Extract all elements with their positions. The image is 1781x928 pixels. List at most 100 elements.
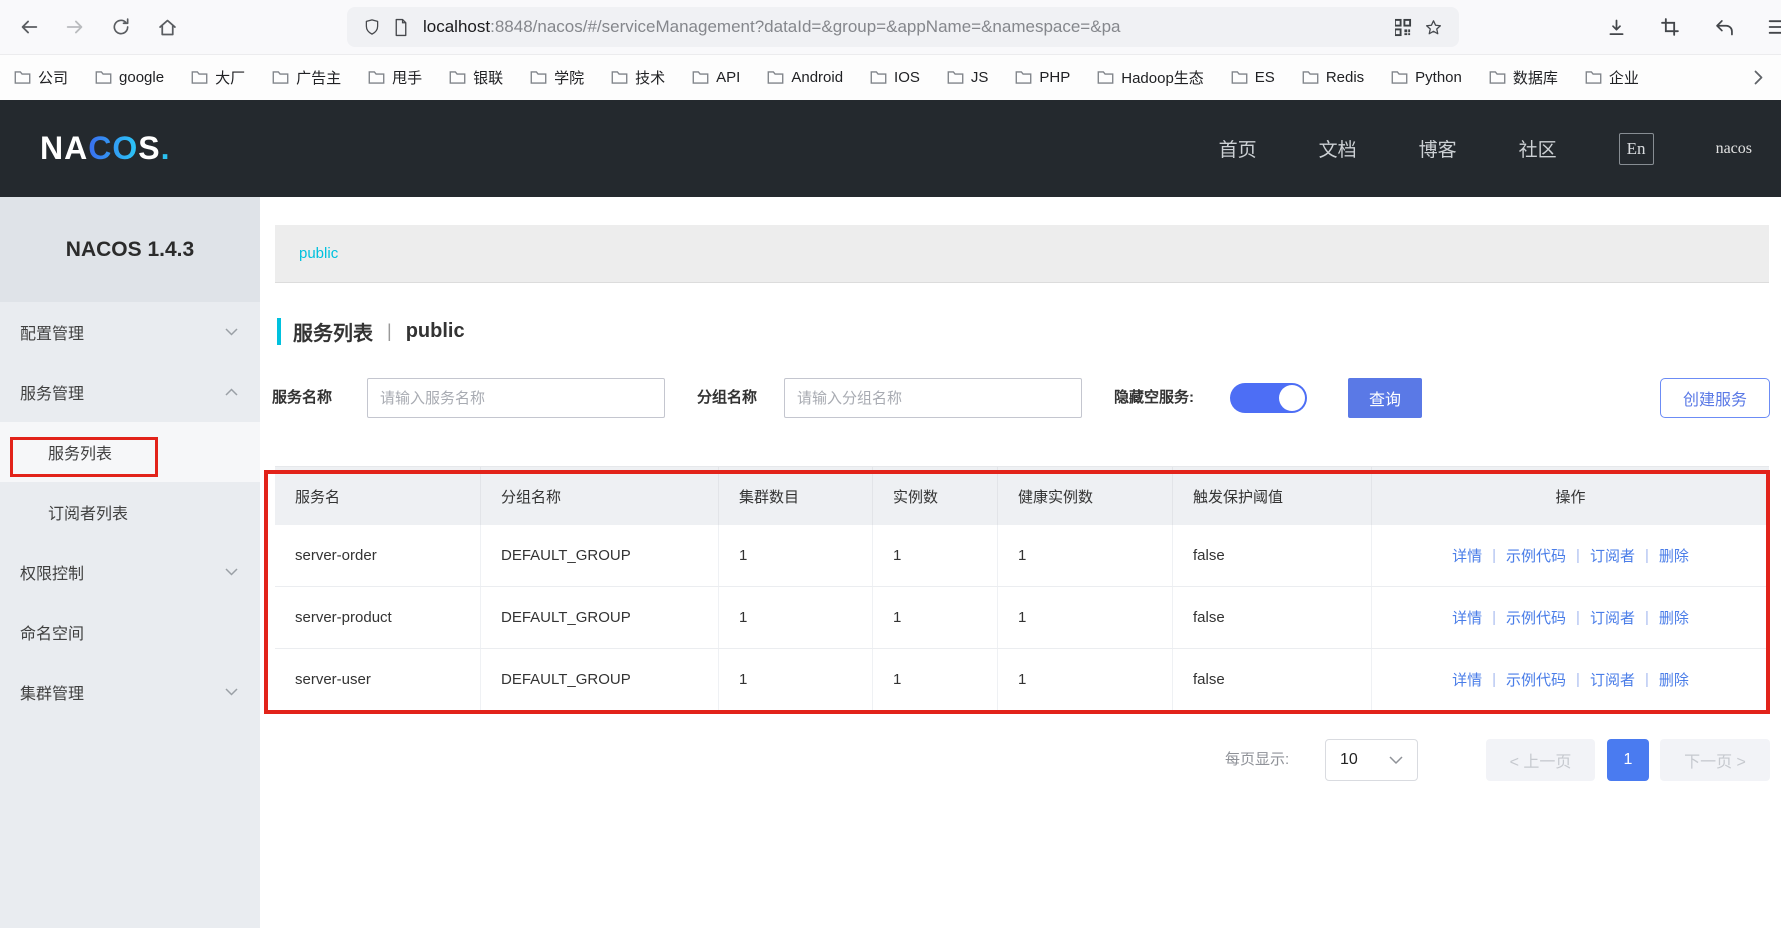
cell-healthy: 1	[998, 587, 1173, 648]
services-table: 服务名 分组名称 集群数目 实例数 健康实例数 触发保护阈值 操作 server…	[275, 466, 1769, 711]
hide-empty-service-label: 隐藏空服务:	[1114, 378, 1194, 418]
cell-group: DEFAULT_GROUP	[481, 587, 719, 648]
home-icon[interactable]	[150, 10, 184, 44]
logged-in-user[interactable]: nacos	[1716, 140, 1752, 158]
bookmark-folder[interactable]: JS	[947, 69, 989, 86]
search-button[interactable]: 查询	[1348, 378, 1422, 418]
download-icon[interactable]	[1599, 10, 1633, 44]
prev-page-button[interactable]: < 上一页	[1486, 739, 1595, 781]
main-content: public 服务列表 | public 服务名称 分组名称 隐藏空服务: 查询…	[260, 197, 1781, 928]
forward-icon[interactable]	[58, 10, 92, 44]
sidebar-item-cluster-management[interactable]: 集群管理	[0, 662, 260, 722]
cell-protect: false	[1173, 587, 1372, 648]
nav-home[interactable]: 首页	[1219, 135, 1257, 162]
detail-link[interactable]: 详情	[1452, 669, 1482, 690]
bookmark-folder[interactable]: 甩手	[368, 67, 422, 88]
folder-icon	[1391, 70, 1408, 85]
bookmark-folder[interactable]: PHP	[1015, 69, 1070, 86]
sidebar-item-service-management[interactable]: 服务管理	[0, 362, 260, 422]
shield-icon[interactable]	[363, 17, 381, 37]
bookmark-folder[interactable]: 公司	[14, 67, 68, 88]
bookmark-folder[interactable]: 技术	[611, 67, 665, 88]
subscribers-link[interactable]: 订阅者	[1590, 607, 1635, 628]
chevron-down-icon	[225, 328, 238, 336]
nav-blog[interactable]: 博客	[1419, 135, 1457, 162]
sample-code-link[interactable]: 示例代码	[1506, 545, 1566, 566]
screenshot-crop-icon[interactable]	[1653, 10, 1687, 44]
sample-code-link[interactable]: 示例代码	[1506, 669, 1566, 690]
bookmark-folder[interactable]: 企业	[1585, 67, 1639, 88]
undo-arrow-icon[interactable]	[1707, 10, 1741, 44]
cell-healthy: 1	[998, 649, 1173, 710]
nacos-logo: NACOS.	[40, 130, 170, 167]
reload-icon[interactable]	[104, 10, 138, 44]
create-service-button[interactable]: 创建服务	[1660, 378, 1770, 418]
bookmark-star-icon[interactable]	[1424, 18, 1443, 37]
bookmark-folder[interactable]: Hadoop生态	[1097, 67, 1204, 88]
cell-operations: 详情|示例代码|订阅者|删除	[1372, 525, 1769, 586]
url-bar[interactable]: localhost:8848/nacos/#/serviceManagement…	[347, 7, 1459, 47]
back-icon[interactable]	[12, 10, 46, 44]
bookmark-folder[interactable]: Python	[1391, 69, 1462, 86]
bookmark-folder[interactable]: ES	[1231, 69, 1275, 86]
group-name-input[interactable]	[784, 378, 1082, 418]
bookmark-folder[interactable]: 大厂	[191, 67, 245, 88]
col-cluster-count: 集群数目	[719, 467, 873, 525]
sample-code-link[interactable]: 示例代码	[1506, 607, 1566, 628]
table-row: server-product DEFAULT_GROUP 1 1 1 false…	[275, 587, 1769, 649]
delete-link[interactable]: 删除	[1659, 669, 1689, 690]
cell-instances: 1	[873, 649, 998, 710]
sidebar-item-service-list[interactable]: 服务列表	[0, 422, 260, 482]
cell-clusters: 1	[719, 649, 873, 710]
detail-link[interactable]: 详情	[1452, 607, 1482, 628]
cell-healthy: 1	[998, 525, 1173, 586]
nav-docs[interactable]: 文档	[1319, 135, 1357, 162]
bookmark-folder[interactable]: Android	[767, 69, 843, 86]
chevron-down-icon	[225, 688, 238, 696]
bookmark-folder[interactable]: API	[692, 69, 740, 86]
group-name-label: 分组名称	[697, 378, 757, 418]
qr-code-icon[interactable]	[1393, 18, 1412, 37]
bookmarks-overflow-chevron-icon[interactable]	[1754, 70, 1763, 85]
bookmark-folder[interactable]: 数据库	[1489, 67, 1558, 88]
language-toggle-button[interactable]: En	[1619, 133, 1654, 165]
bookmark-folder[interactable]: Redis	[1302, 69, 1364, 86]
toolbar-right	[1579, 0, 1781, 54]
page-size-select[interactable]: 10	[1325, 739, 1418, 781]
detail-link[interactable]: 详情	[1452, 545, 1482, 566]
bookmarks-bar: 公司 google 大厂 广告主 甩手 银联 学院 技术 API Android…	[0, 54, 1781, 100]
current-page-button[interactable]: 1	[1607, 739, 1649, 781]
delete-link[interactable]: 删除	[1659, 545, 1689, 566]
next-page-button[interactable]: 下一页 >	[1660, 739, 1770, 781]
folder-icon	[95, 70, 112, 85]
bookmark-folder[interactable]: 广告主	[272, 67, 341, 88]
bookmark-folder[interactable]: IOS	[870, 69, 920, 86]
delete-link[interactable]: 删除	[1659, 607, 1689, 628]
sidebar-item-namespace[interactable]: 命名空间	[0, 602, 260, 662]
sidebar-item-config-management[interactable]: 配置管理	[0, 302, 260, 362]
namespace-tab-public[interactable]: public	[275, 245, 338, 262]
cell-service-name: server-user	[275, 649, 481, 710]
page-info-icon[interactable]	[393, 18, 409, 37]
bookmark-folder[interactable]: google	[95, 69, 164, 86]
subscribers-link[interactable]: 订阅者	[1590, 669, 1635, 690]
cell-instances: 1	[873, 525, 998, 586]
app-nav: 首页 文档 博客 社区 En nacos	[1219, 133, 1781, 165]
cell-group: DEFAULT_GROUP	[481, 649, 719, 710]
service-name-input[interactable]	[367, 378, 665, 418]
table-row: server-order DEFAULT_GROUP 1 1 1 false 详…	[275, 525, 1769, 587]
menu-hamburger-icon[interactable]	[1761, 10, 1781, 44]
cell-service-name: server-order	[275, 525, 481, 586]
subscribers-link[interactable]: 订阅者	[1590, 545, 1635, 566]
folder-icon	[1015, 70, 1032, 85]
table-row: server-user DEFAULT_GROUP 1 1 1 false 详情…	[275, 649, 1769, 711]
folder-icon	[368, 70, 385, 85]
sidebar-item-subscriber-list[interactable]: 订阅者列表	[0, 482, 260, 542]
page-size-label: 每页显示:	[1225, 739, 1289, 781]
hide-empty-service-toggle[interactable]	[1230, 383, 1307, 413]
bookmark-folder[interactable]: 银联	[449, 67, 503, 88]
bookmark-folder[interactable]: 学院	[530, 67, 584, 88]
nacos-version-label: NACOS 1.4.3	[0, 197, 260, 302]
sidebar-item-permission-control[interactable]: 权限控制	[0, 542, 260, 602]
nav-community[interactable]: 社区	[1519, 135, 1557, 162]
